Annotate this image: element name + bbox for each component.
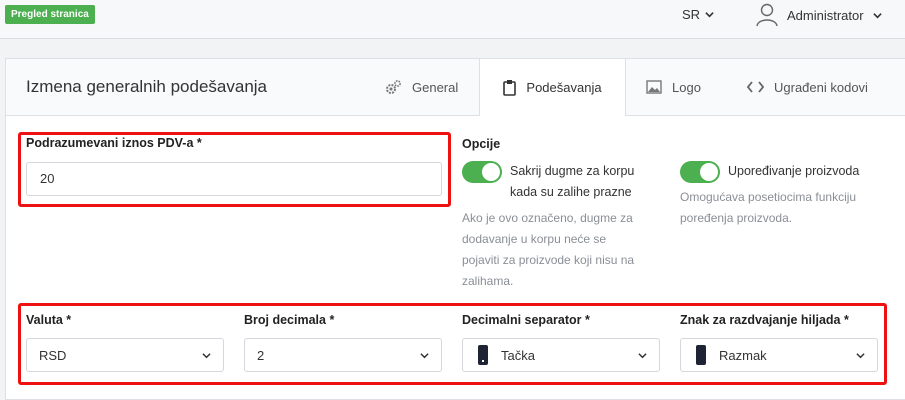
vat-label: Podrazumevani iznos PDV-a * [26, 136, 202, 150]
currency-select[interactable]: RSD [26, 338, 224, 372]
user-name: Administrator [787, 7, 864, 23]
help-line: Omogućava posetiocima funkciju [680, 190, 857, 204]
chevron-down-icon [705, 12, 714, 18]
tab-general-label: General [412, 79, 459, 95]
chevron-down-icon [872, 12, 882, 18]
separator-swatch-icon [478, 345, 488, 365]
thousands-separator-label: Znak za razdvajanje hiljada * [680, 313, 849, 327]
decimal-separator-label: Decimalni separator * [462, 313, 590, 327]
separator-swatch-icon [696, 345, 706, 365]
page-title: Izmena generalnih podešavanja [26, 77, 268, 96]
chevron-down-icon [420, 352, 429, 358]
currency-value: RSD [39, 347, 67, 363]
thousands-separator-select[interactable]: Razmak [680, 338, 878, 372]
gears-icon [386, 79, 401, 94]
hide-cart-help: Ako je ovo označeno, dugme za dodavanje … [462, 208, 634, 292]
panel-header: Izmena generalnih podešavanja General Po… [6, 59, 905, 116]
language-label: SR [682, 7, 701, 22]
user-menu[interactable]: Administrator [756, 3, 882, 27]
image-icon [646, 80, 662, 94]
compare-products-toggle[interactable] [680, 161, 720, 183]
help-line: poređenja proizvoda. [680, 211, 793, 225]
decimal-separator-value: Tačka [501, 347, 535, 363]
help-line: pojaviti za proizvode koji nisu na [462, 253, 635, 267]
chevron-down-icon [202, 352, 211, 358]
help-line: zalihama. [462, 274, 514, 288]
compare-products-label[interactable]: Upoređivanje proizvoda [728, 161, 859, 182]
help-line: dodavanje u korpu neće se [462, 232, 607, 246]
thousands-separator-value: Razmak [719, 347, 767, 363]
language-selector[interactable]: SR [682, 7, 714, 22]
tab-settings[interactable]: Podešavanja [479, 59, 626, 116]
decimals-label: Broj decimala * [244, 313, 335, 327]
user-icon [756, 3, 778, 27]
decimals-value: 2 [257, 347, 265, 363]
tab-logo[interactable]: Logo [646, 59, 701, 115]
preview-pages-badge[interactable]: Pregled stranica [5, 5, 95, 24]
compare-products-help: Omogućava posetiocima funkciju poređenja… [680, 187, 856, 229]
hide-cart-label-line1: Sakrij dugme za korpu [510, 164, 635, 178]
code-icon [747, 81, 764, 93]
tab-embedded-codes-label: Ugrađeni kodovi [774, 79, 868, 95]
tab-logo-label: Logo [672, 79, 701, 95]
chevron-down-icon [638, 352, 647, 358]
decimals-select[interactable]: 2 [244, 338, 442, 372]
chevron-down-icon [856, 352, 865, 358]
hide-cart-toggle[interactable] [462, 161, 502, 183]
decimal-separator-select[interactable]: Tačka [462, 338, 660, 372]
hide-cart-label-line2: kada su zalihe prazne [510, 185, 632, 199]
vat-input[interactable]: 20 [26, 162, 442, 196]
hide-cart-label[interactable]: Sakrij dugme za korpu kada su zalihe pra… [510, 161, 634, 203]
options-title: Opcije [462, 137, 501, 151]
tab-embedded-codes[interactable]: Ugrađeni kodovi [747, 59, 868, 115]
tab-general[interactable]: General [385, 59, 458, 115]
tab-settings-label: Podešavanja [526, 80, 602, 95]
currency-label: Valuta * [26, 313, 72, 327]
help-line: Ako je ovo označeno, dugme za [462, 211, 633, 225]
clipboard-icon [503, 80, 517, 96]
top-bar: Pregled stranica SR Administrator [0, 0, 905, 39]
